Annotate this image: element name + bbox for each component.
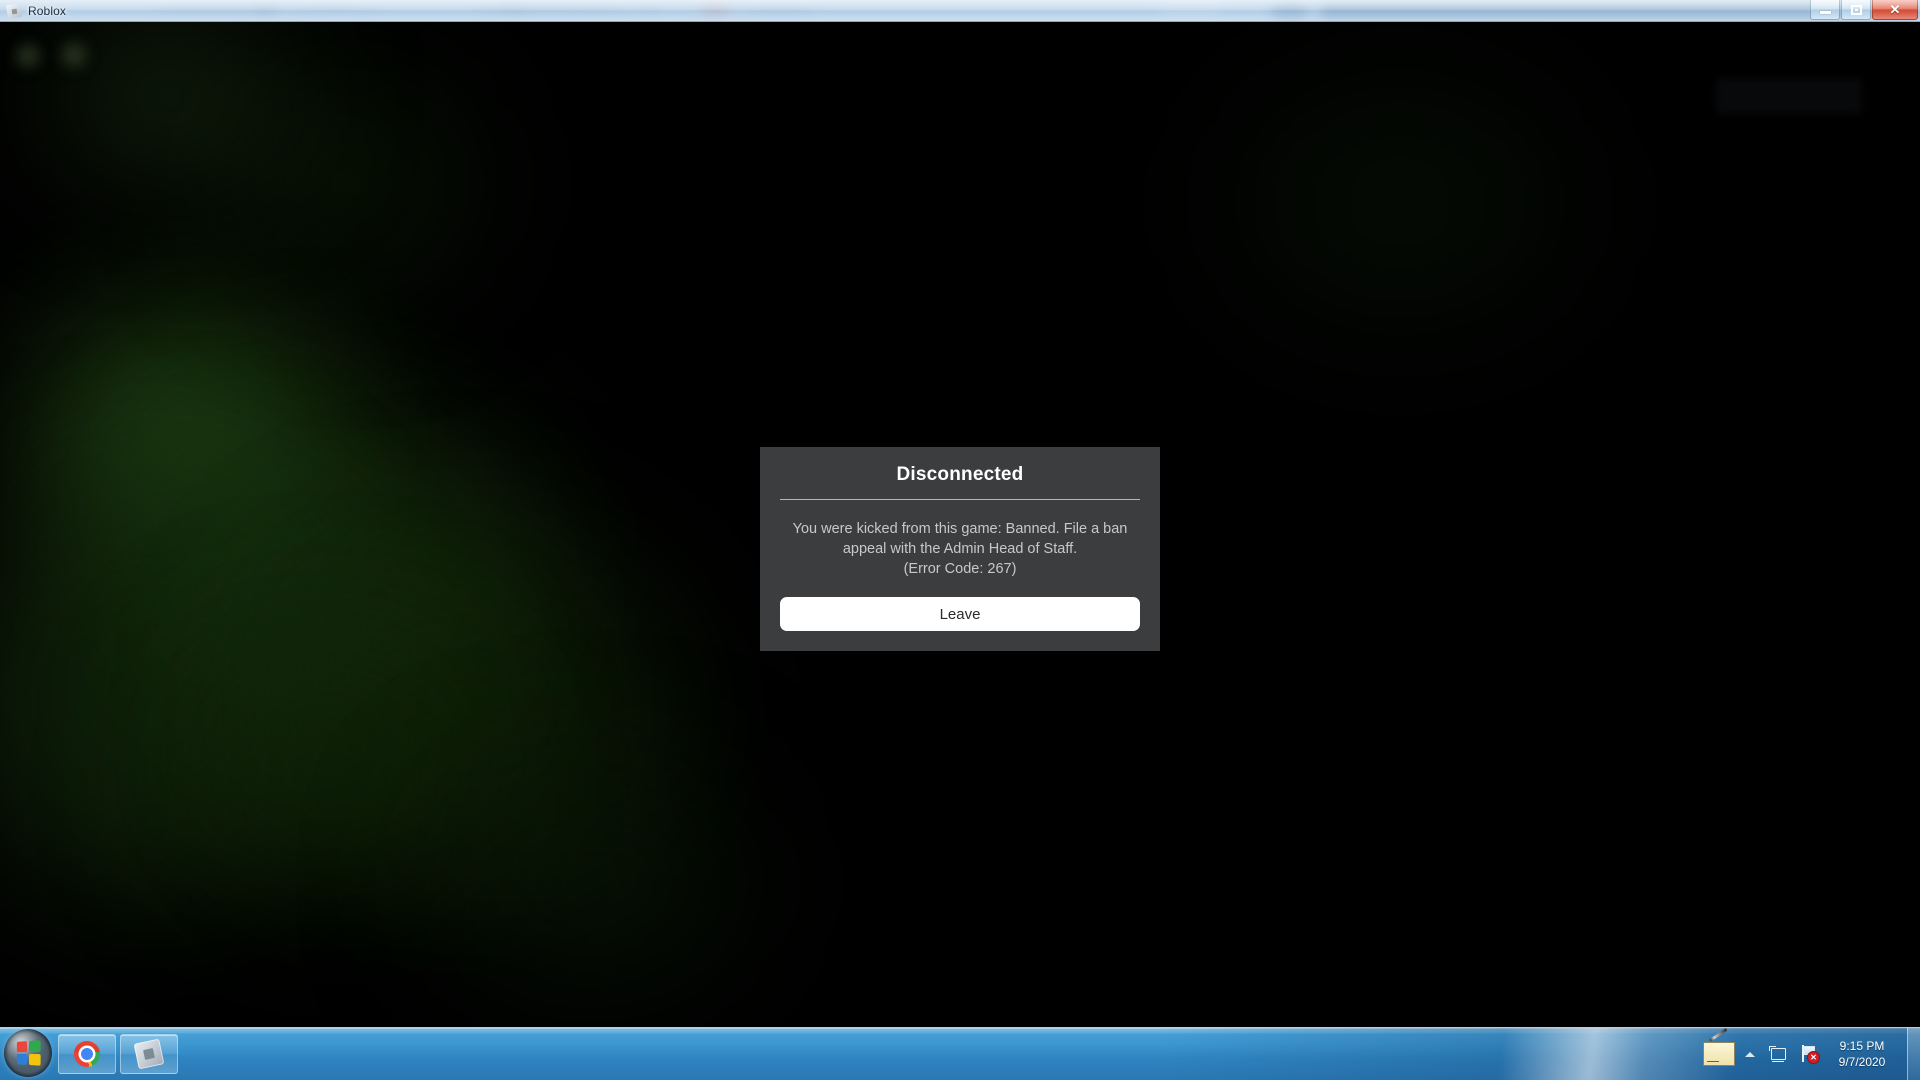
roblox-menu-orb[interactable] (55, 36, 93, 74)
roblox-topbar-panel[interactable] (1716, 78, 1862, 114)
background-glow (120, 402, 540, 762)
disconnected-dialog: Disconnected You were kicked from this g… (760, 447, 1160, 651)
network-monitor-icon[interactable] (1769, 1046, 1787, 1062)
roblox-menu-orb[interactable] (10, 38, 46, 74)
dialog-actions: Leave (760, 579, 1160, 651)
action-center-badge: ✕ (1807, 1051, 1820, 1064)
start-button[interactable] (4, 1029, 52, 1077)
dialog-message-line: appeal with the Admin Head of Staff. (842, 541, 1078, 557)
window-controls: ✕ (1809, 0, 1918, 21)
taskbar-item-chrome[interactable] (58, 1034, 116, 1074)
background-glow (240, 82, 460, 282)
taskbar-clock[interactable]: 9:15 PM 9/7/2020 (1831, 1038, 1893, 1070)
background-glow (30, 302, 330, 562)
background-glow (180, 642, 480, 902)
background-glow (440, 782, 740, 982)
flag-alert-icon[interactable]: ✕ (1801, 1045, 1820, 1064)
window-title: Roblox (28, 3, 66, 18)
window-titlebar[interactable]: Roblox ✕ (0, 0, 1920, 22)
windows-taskbar: ✕ 9:15 PM 9/7/2020 (0, 1027, 1920, 1080)
screen: Roblox ✕ Disconnected You were kicked fr… (0, 0, 1920, 1080)
windows-logo-icon (16, 1040, 41, 1066)
notepad-pen-icon[interactable] (1703, 1042, 1735, 1066)
dialog-title: Disconnected (896, 464, 1024, 485)
minimize-button[interactable] (1810, 0, 1840, 20)
minimize-icon (1819, 11, 1831, 14)
background-glow (260, 542, 680, 882)
system-tray: ✕ 9:15 PM 9/7/2020 (1703, 1028, 1920, 1080)
show-desktop-button[interactable] (1907, 1028, 1920, 1080)
dialog-message: You were kicked from this game: Banned. … (760, 500, 1160, 579)
background-glow (1240, 92, 1560, 312)
background-glow (60, 22, 280, 172)
leave-button[interactable]: Leave (780, 597, 1140, 631)
maximize-restore-button[interactable] (1841, 0, 1871, 20)
background-glow (0, 482, 340, 902)
roblox-icon (133, 1038, 165, 1070)
dialog-message-line: (Error Code: 267) (903, 561, 1017, 577)
clock-date: 9/7/2020 (1838, 1055, 1886, 1069)
chevron-up-icon[interactable] (1745, 1051, 1755, 1057)
restore-icon (1850, 4, 1862, 15)
dialog-message-line: You were kicked from this game: Banned. … (792, 521, 1128, 537)
close-button[interactable]: ✕ (1872, 0, 1918, 20)
close-icon: ✕ (1889, 2, 1901, 17)
roblox-game-viewport: Disconnected You were kicked from this g… (0, 22, 1920, 1028)
roblox-logo-icon (5, 2, 23, 19)
clock-time: 9:15 PM (1839, 1039, 1885, 1053)
taskbar-item-roblox[interactable] (120, 1034, 178, 1074)
chrome-icon (74, 1041, 100, 1067)
